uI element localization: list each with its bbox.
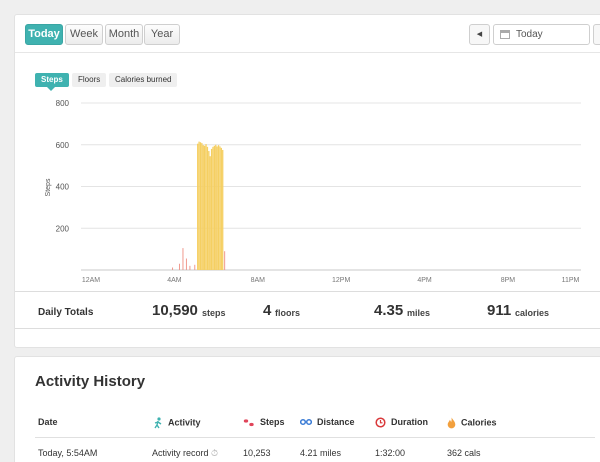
x-tick-label: 12AM <box>82 277 100 284</box>
total-steps-unit: steps <box>202 308 226 318</box>
y-axis-label: Steps <box>45 178 52 196</box>
column-header-date[interactable]: Date <box>38 417 58 427</box>
x-tick-label: 12PM <box>332 277 350 284</box>
daily-totals-label: Daily Totals <box>38 307 94 318</box>
x-tick-label: 11PM <box>562 277 580 284</box>
activity-history-title: Activity History <box>35 373 146 390</box>
step-bar <box>217 145 220 270</box>
tab-floors[interactable]: Floors <box>72 73 107 87</box>
total-calories-unit: calories <box>515 308 550 318</box>
footprints-icon <box>243 419 254 426</box>
route-pin-icon <box>300 418 312 425</box>
walking-person-icon <box>154 417 162 429</box>
row-activity: Activity record ⏱ <box>152 448 219 458</box>
step-bar <box>197 143 199 270</box>
date-picker-field[interactable]: Today <box>493 24 590 45</box>
total-miles-value: 4.35 <box>374 302 404 319</box>
range-week-button[interactable]: Week <box>65 24 103 45</box>
total-floors-unit: floors <box>275 308 301 318</box>
x-tick-label: 4PM <box>417 277 432 284</box>
x-tick-label: 8PM <box>501 277 516 284</box>
step-bar <box>198 141 200 270</box>
step-bar <box>220 147 222 270</box>
range-month-button[interactable]: Month <box>105 24 143 45</box>
step-bar <box>224 251 226 270</box>
x-tick-label: 4AM <box>167 277 182 284</box>
column-header-distance[interactable]: Distance <box>300 417 355 428</box>
column-header-calories[interactable]: Calories <box>447 417 497 429</box>
range-today-button[interactable]: Today <box>25 24 63 45</box>
column-header-steps[interactable]: Steps <box>243 417 285 428</box>
row-distance: 4.21 miles <box>300 448 342 458</box>
table-header-divider <box>35 437 595 438</box>
calendar-icon <box>500 30 510 39</box>
step-bar <box>215 144 217 270</box>
tab-steps[interactable]: Steps <box>35 73 69 91</box>
activity-history-card: Activity History Date Activity Steps Dis… <box>14 356 600 462</box>
step-bar <box>204 145 206 270</box>
row-steps: 10,253 <box>243 448 271 458</box>
total-calories-value: 911 <box>487 302 512 319</box>
column-header-duration[interactable]: Duration <box>375 417 428 428</box>
step-bar <box>189 265 191 270</box>
step-bar <box>216 146 218 270</box>
step-bar <box>222 149 224 270</box>
step-bar <box>213 145 216 270</box>
row-date: Today, 5:54AM <box>38 448 98 458</box>
step-bar <box>219 146 221 270</box>
step-bar <box>199 142 202 270</box>
daily-totals-row: Daily Totals 10,590 steps 4 floors 4.35 … <box>15 291 600 329</box>
step-bar <box>194 264 196 270</box>
column-header-activity[interactable]: Activity <box>153 417 201 429</box>
y-tick-label: 800 <box>56 99 70 108</box>
previous-day-button[interactable]: ◀ <box>469 24 490 45</box>
step-bar <box>201 143 203 270</box>
steps-bar-chart: 200 400 600 800 Steps 12AM 4AM 8AM 12PM 4PM 8PM 11P… <box>45 99 581 284</box>
y-tick-label: 200 <box>56 224 70 233</box>
step-bar <box>182 248 184 270</box>
step-bar <box>206 146 209 270</box>
activity-chart-card: Today Week Month Year ◀ Today Steps Floo… <box>14 14 600 348</box>
next-day-button[interactable] <box>593 24 600 45</box>
step-bar <box>172 267 174 270</box>
step-bar <box>185 258 187 270</box>
total-miles-unit: miles <box>407 308 431 318</box>
y-tick-label: 600 <box>56 141 70 150</box>
step-bar <box>205 144 207 270</box>
clock-icon <box>375 417 386 428</box>
total-steps-value: 10,590 <box>152 302 198 319</box>
stopwatch-icon: ⏱ <box>211 448 219 458</box>
range-toolbar: Today Week Month Year ◀ Today <box>15 15 600 53</box>
row-calories: 362 cals <box>447 448 481 458</box>
step-bar <box>178 263 180 270</box>
step-bar <box>209 156 211 270</box>
triangle-left-icon: ◀ <box>476 31 483 38</box>
range-year-button[interactable]: Year <box>144 24 180 45</box>
step-bar <box>208 151 210 270</box>
y-tick-label: 400 <box>56 183 70 192</box>
tab-calories-burned[interactable]: Calories burned <box>109 73 178 87</box>
step-bar <box>212 146 214 270</box>
flame-icon <box>447 417 456 429</box>
step-bar <box>210 148 213 270</box>
date-value: Today <box>516 29 543 40</box>
row-duration: 1:32:00 <box>375 448 406 458</box>
step-bar <box>202 145 204 270</box>
total-floors-value: 4 <box>263 302 272 319</box>
x-tick-label: 8AM <box>251 277 266 284</box>
